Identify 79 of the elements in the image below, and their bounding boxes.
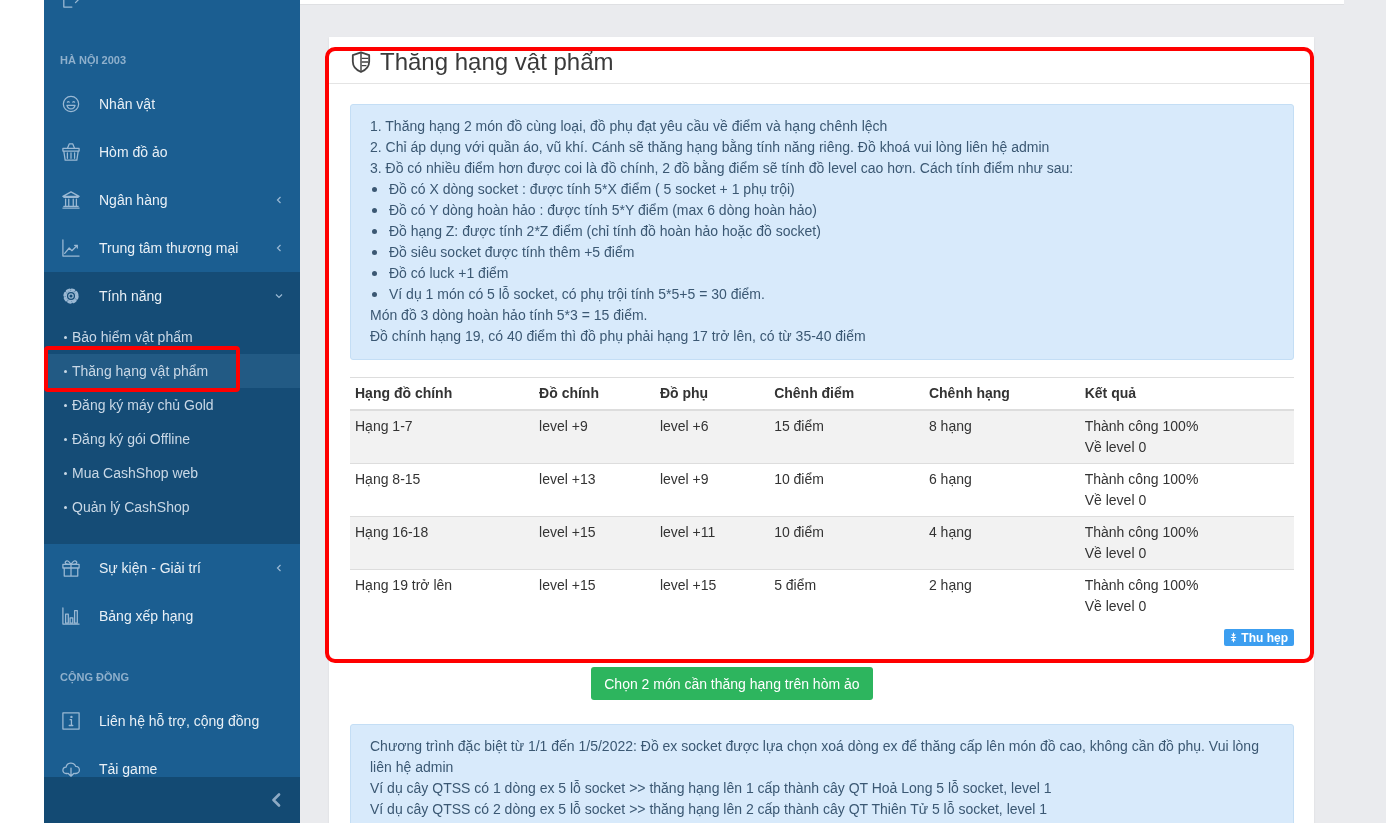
menu-item[interactable]: Nhân vật: [44, 80, 300, 128]
menu-item[interactable]: Liên hệ hỗ trợ, cộng đồng: [44, 697, 300, 745]
bullet-icon: [372, 250, 377, 255]
smiley-face-icon: [62, 95, 80, 113]
table-cell: Thành công 100% Về level 0: [1079, 463, 1294, 517]
table-cell: 15 điểm: [769, 410, 924, 464]
menu-item[interactable]: Tính năng: [44, 272, 300, 320]
table-cell: Hạng 19 trở lên: [350, 569, 535, 622]
note-text: 2. Chỉ áp dụng với quần áo, vũ khí. Cánh sẽ thăng hạng bằng tính năng riêng. Đồ khoá vui lòng liên hệ admin: [370, 138, 1051, 157]
bullet-icon: [372, 187, 377, 192]
table-cell: level +15: [534, 569, 655, 622]
note-text: Đồ có X dòng socket : được tính 5*X điểm ( 5 socket + 1 phụ trội): [389, 180, 795, 199]
bullet-icon: [372, 229, 377, 234]
table-cell: 5 điểm: [769, 569, 924, 622]
table-cell: Hạng 1-7: [350, 410, 535, 464]
table-cell: level +13: [534, 463, 655, 517]
bullet-icon: [372, 208, 377, 213]
note-text: Ví dụ 1 món có 5 lỗ socket, có phụ trội tính 5*5+5 = 30 điểm.: [389, 285, 765, 304]
line-chart-icon: [62, 239, 80, 257]
table-cell: Thành công 100% Về level 0: [1079, 410, 1294, 464]
menu-item[interactable]: Sự kiện - Giải trí: [44, 544, 300, 592]
section-heading: HÀ NỘI 2003: [59, 53, 128, 69]
bullet-icon: [64, 335, 67, 339]
bullet-icon: [64, 437, 67, 441]
info-icon: [62, 712, 80, 730]
note-text: 3. Đồ có nhiều điểm hơn được coi là đồ chính, 2 đồ bằng điểm sẽ tính đồ level cao hơn. Cách tính điểm như sau:: [370, 159, 1075, 178]
table-cell: 6 hạng: [923, 463, 1080, 517]
menu-item[interactable]: Tải game: [44, 745, 300, 777]
menu-item[interactable]: Ngân hàng: [44, 176, 300, 224]
note-text: Đồ siêu socket được tính thêm +5 điểm: [389, 243, 635, 262]
menu-item[interactable]: Hòm đồ ảo: [44, 128, 300, 176]
bullet-icon: [372, 292, 377, 297]
submenu-item[interactable]: Đăng ký gói Offline: [44, 422, 300, 456]
bullet-icon: [64, 471, 67, 475]
table-cell: level +11: [654, 516, 770, 570]
table-cell: 10 điểm: [769, 463, 924, 517]
basket-icon: [62, 143, 80, 161]
table-cell: 2 hạng: [923, 569, 1080, 622]
note-text: 1. Thăng hạng 2 món đồ cùng loại, đồ phụ đạt yêu cầu về điểm và hạng chênh lệch: [370, 117, 889, 136]
note-text: Đồ có luck +1 điểm: [389, 264, 509, 283]
bank-icon: [62, 191, 80, 209]
bullet-icon: [64, 369, 67, 373]
table-cell: level +15: [534, 516, 655, 570]
note-text: Đồ có Y dòng hoàn hảo : được tính 5*Y điểm (max 6 dòng hoàn hảo): [389, 201, 817, 220]
cloud-download-icon: [62, 760, 80, 777]
menu-item[interactable]: Bảng xếp hạng: [44, 592, 300, 640]
bullet-icon: [64, 403, 67, 407]
bullet-icon: [372, 271, 377, 276]
table-cell: Hạng 8-15: [350, 463, 535, 517]
panel-title: Thăng hạng vật phẩm: [380, 46, 614, 77]
table-cell: 10 điểm: [769, 516, 924, 570]
table-cell: level +9: [534, 410, 655, 464]
submenu-item[interactable]: Đăng ký máy chủ Gold: [44, 388, 300, 422]
submenu-item[interactable]: Quản lý CashShop: [44, 490, 300, 524]
table-cell: Thành công 100% Về level 0: [1079, 569, 1294, 622]
table-cell: level +9: [654, 463, 770, 517]
menu-item[interactable]: Trung tâm thương mại: [44, 224, 300, 272]
table-cell: Thành công 100% Về level 0: [1079, 516, 1294, 570]
chevron-left-icon[interactable]: [271, 793, 281, 807]
bullet-icon: [64, 505, 67, 509]
table-cell: level +6: [654, 410, 770, 464]
gift-icon: [62, 559, 80, 577]
bar-chart-icon: [62, 607, 80, 625]
settings-icon: [62, 287, 80, 305]
promo-text: Ví dụ cây QTSS có 2 dòng ex 5 lỗ socket >> thăng hạng lên 2 cấp thành cây QT Thiên Tử 5 lỗ socket, level 1: [370, 800, 1049, 819]
table-cell: level +15: [654, 569, 770, 622]
note-text: Món đồ 3 dòng hoàn hảo tính 5*3 = 15 điểm.: [370, 306, 649, 325]
compress-icon: [1230, 632, 1238, 643]
section-heading: CỘNG ĐỒNG: [59, 670, 131, 686]
table-cell: 4 hạng: [923, 516, 1080, 570]
note-text: Đồ hạng Z: được tính 2*Z điểm (chỉ tính đồ hoàn hảo hoặc đồ socket): [389, 222, 821, 241]
table-cell: Hạng 16-18: [350, 516, 535, 570]
note-text: Đồ chính hạng 19, có 40 điểm thì đồ phụ phải hạng 17 trở lên, có từ 35-40 điểm: [370, 327, 867, 346]
promo-text: Chương trình đặc biệt từ 1/1 đến 1/5/2022: Đồ ex socket được lựa chọn xoá dòng ex để thăng cấp lên món đồ cao, không cần đồ phụ. Vui lòng liên hệ admin: [370, 737, 1260, 777]
submenu-item[interactable]: Mua CashShop web: [44, 456, 300, 490]
promo-text: Ví dụ cây QTSS có 1 dòng ex 5 lỗ socket >> thăng hạng lên 1 cấp thành cây QT Hoả Long 5 lỗ socket, level 1: [370, 779, 1053, 798]
table-cell: 8 hạng: [923, 410, 1080, 464]
shield-icon: [351, 50, 371, 73]
submenu-item[interactable]: Bảo hiểm vật phẩm: [44, 320, 300, 354]
